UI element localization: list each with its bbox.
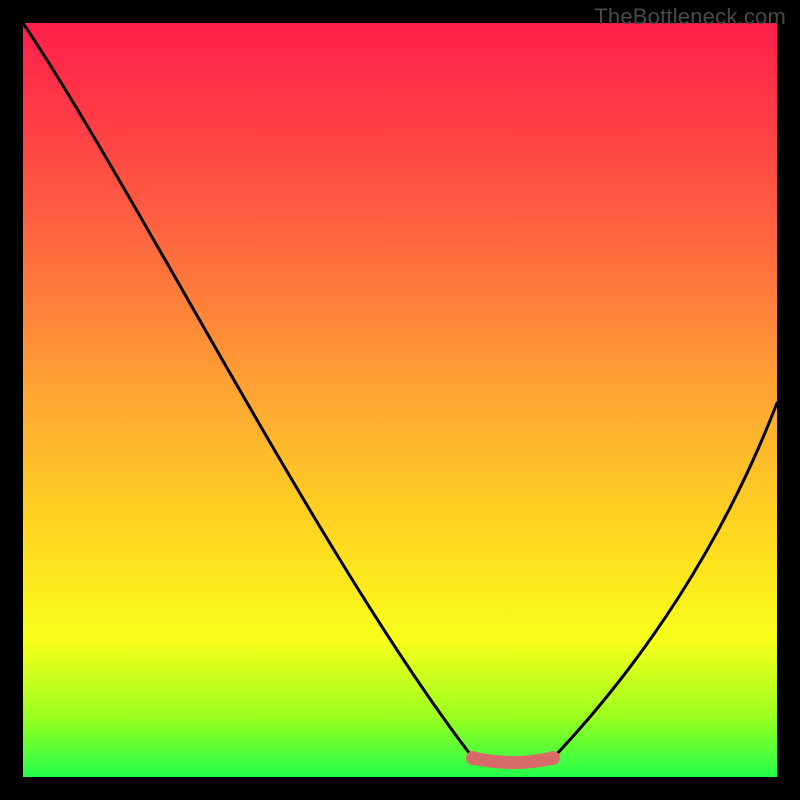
chart-stage: TheBottleneck.com [0, 0, 800, 800]
chart-curve-ascending [553, 403, 777, 758]
chart-plot-area [23, 23, 777, 777]
chart-marker-left-dot [466, 751, 480, 765]
chart-marker-right-dot [546, 751, 560, 765]
chart-curve-descending [23, 23, 473, 758]
chart-curve-flat-highlight [473, 758, 553, 763]
chart-curve-layer [23, 23, 777, 777]
watermark-text: TheBottleneck.com [594, 4, 786, 30]
